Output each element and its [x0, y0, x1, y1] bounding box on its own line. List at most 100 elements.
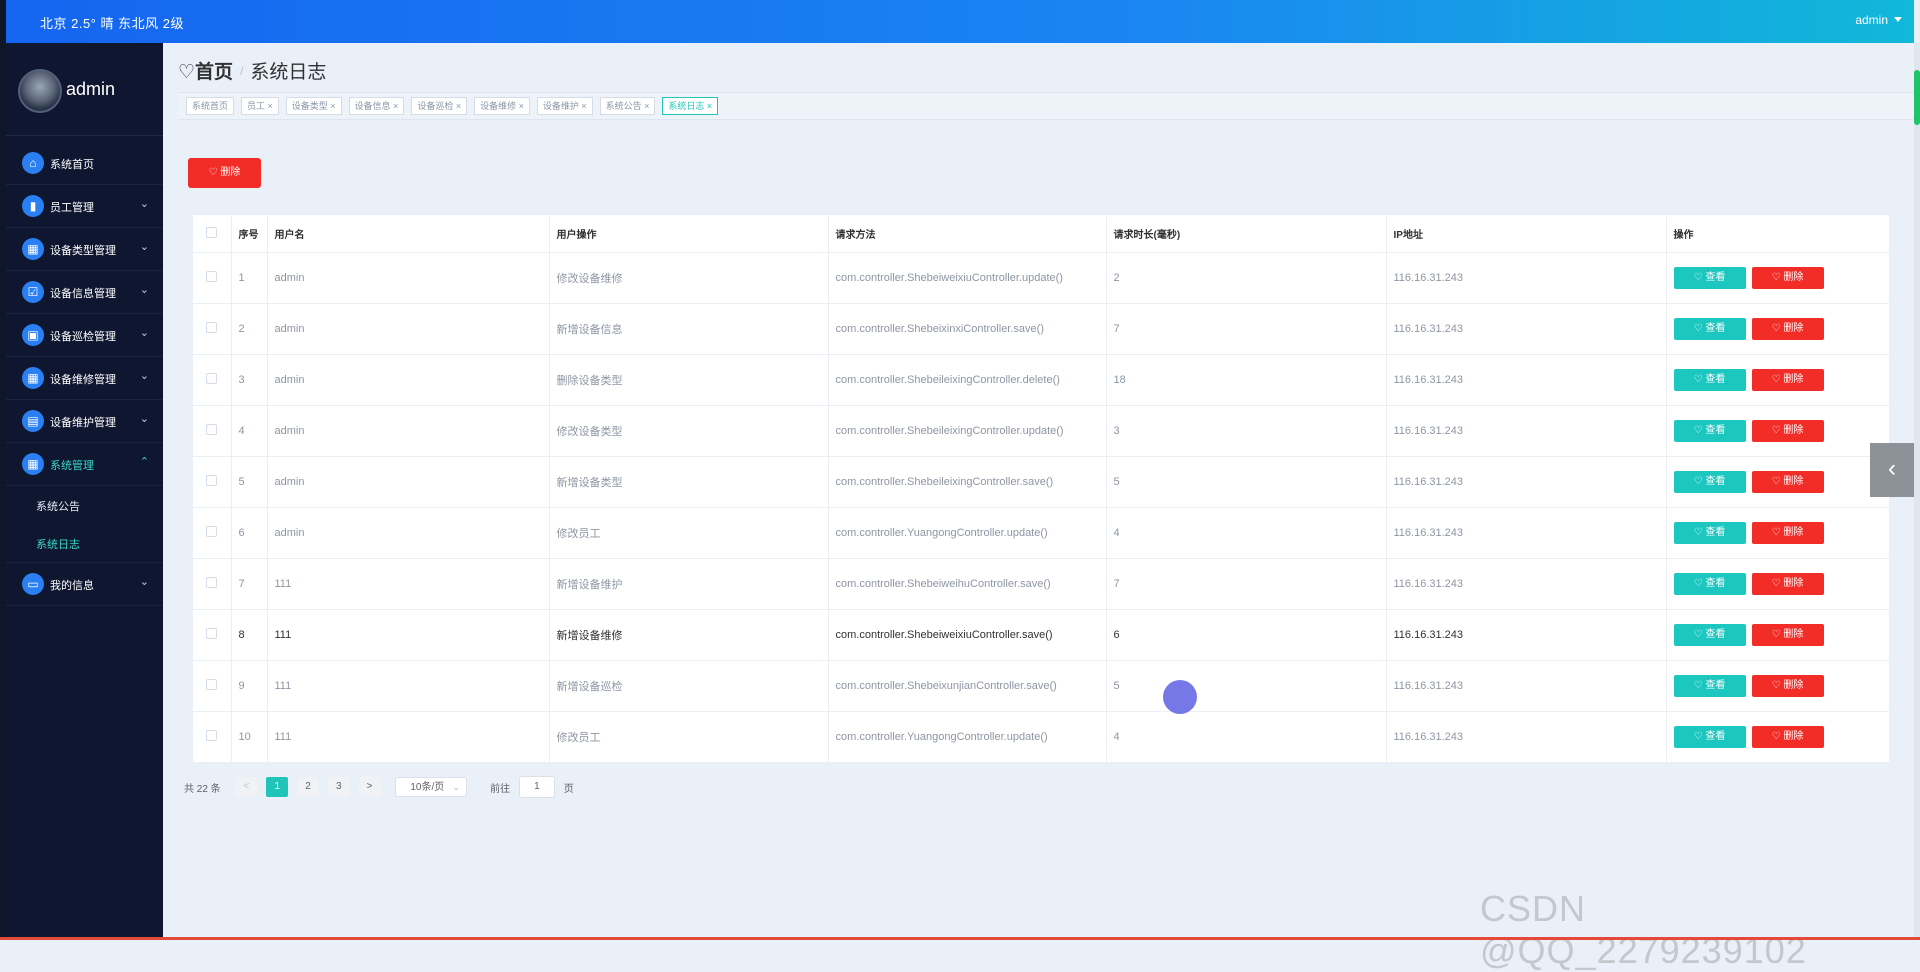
- tag-device-inspect[interactable]: 设备巡检 ×: [411, 97, 468, 115]
- row-checkbox[interactable]: [206, 730, 218, 741]
- tag-system-log[interactable]: 系统日志 ×: [662, 97, 719, 115]
- page-1-button[interactable]: 1: [266, 777, 289, 797]
- next-page-button[interactable]: >: [358, 777, 381, 797]
- table-cell: 修改设备类型: [549, 405, 829, 457]
- page-2-button[interactable]: 2: [297, 777, 320, 797]
- delete-button[interactable]: ♡ 删除: [1751, 522, 1824, 544]
- table-row: 5 admin 新增设备类型 com.controller.Shebeileixing…: [193, 456, 1890, 508]
- table-cell: 4: [1106, 711, 1387, 763]
- view-button[interactable]: ♡ 查看: [1673, 471, 1746, 493]
- view-button[interactable]: ♡ 查看: [1673, 624, 1746, 646]
- delete-button[interactable]: ♡ 删除: [1751, 420, 1824, 442]
- tag-notice[interactable]: 系统公告 ×: [599, 97, 656, 115]
- table-cell: 新增设备巡检: [549, 660, 829, 712]
- view-button[interactable]: ♡ 查看: [1673, 726, 1746, 748]
- column-header: 序号: [231, 215, 268, 253]
- sidebar-item-device-info[interactable]: ☑ 设备信息管理 ⌄: [6, 271, 163, 314]
- sidebar-subitem-log[interactable]: 系统日志: [6, 524, 163, 562]
- chevron-down-icon: ⌄: [139, 284, 149, 296]
- batch-delete-button[interactable]: ♡ 删除: [188, 158, 261, 188]
- table-cell: 9: [231, 660, 268, 712]
- table-cell: com.controller.ShebeileixingController.d…: [828, 354, 1107, 406]
- table-row: 4 admin 修改设备类型 com.controller.Shebeileixing…: [193, 405, 1890, 457]
- scrollbar-thumb[interactable]: [1914, 70, 1920, 125]
- home-icon: ⌂: [22, 152, 44, 174]
- view-button[interactable]: ♡ 查看: [1673, 522, 1746, 544]
- page-size-value: 10条/页: [410, 782, 445, 793]
- column-header: 操作: [1666, 215, 1890, 253]
- tag-device-info[interactable]: 设备信息 ×: [348, 97, 405, 115]
- table-row: 6 admin 修改员工 com.controller.YuangongControl…: [193, 507, 1890, 559]
- row-checkbox[interactable]: [206, 424, 218, 435]
- row-checkbox[interactable]: [206, 373, 218, 384]
- view-button[interactable]: ♡ 查看: [1673, 267, 1746, 289]
- delete-button[interactable]: ♡ 删除: [1751, 624, 1824, 646]
- tag-device-type[interactable]: 设备类型 ×: [285, 97, 342, 115]
- delete-button[interactable]: ♡ 删除: [1751, 369, 1824, 391]
- bag-icon: ▣: [22, 324, 44, 346]
- chevron-down-icon: ⌄: [139, 327, 149, 339]
- select-all-checkbox[interactable]: [206, 226, 218, 238]
- collapse-panel-button[interactable]: ‹: [1870, 443, 1914, 497]
- breadcrumb-home[interactable]: ♡首页: [178, 62, 233, 83]
- tag-home[interactable]: 系统首页: [186, 97, 235, 115]
- sidebar-item-home[interactable]: ⌂ 系统首页: [6, 142, 163, 185]
- table-cell: 5: [1106, 456, 1387, 508]
- avatar: [18, 69, 62, 113]
- sidebar-item-my-info[interactable]: ▭ 我的信息 ⌄: [6, 562, 163, 606]
- row-checkbox[interactable]: [206, 628, 218, 639]
- sidebar-subitem-notice[interactable]: 系统公告: [6, 486, 163, 524]
- tag-device-repair[interactable]: 设备维修 ×: [474, 97, 530, 115]
- table-cell: 7: [1106, 303, 1387, 355]
- delete-button[interactable]: ♡ 删除: [1751, 471, 1824, 493]
- delete-button[interactable]: ♡ 删除: [1751, 573, 1824, 595]
- table-cell: admin: [267, 252, 550, 304]
- row-checkbox[interactable]: [206, 526, 218, 537]
- tag-employee[interactable]: 员工 ×: [241, 97, 279, 115]
- tag-device-maintain[interactable]: 设备维护 ×: [536, 97, 593, 115]
- delete-button[interactable]: ♡ 删除: [1751, 675, 1824, 697]
- sidebar-item-device-type[interactable]: ▦ 设备类型管理 ⌄: [6, 228, 163, 271]
- actions-cell: ♡ 查看 ♡ 删除: [1666, 456, 1890, 508]
- row-checkbox[interactable]: [206, 577, 218, 588]
- sidebar-item-device-maintain[interactable]: ▤ 设备维护管理 ⌄: [6, 400, 163, 443]
- row-checkbox[interactable]: [206, 322, 218, 333]
- view-button[interactable]: ♡ 查看: [1673, 369, 1746, 391]
- user-menu[interactable]: admin: [1855, 13, 1902, 27]
- row-checkbox[interactable]: [206, 679, 218, 690]
- sidebar-item-label: 系统管理: [50, 460, 94, 472]
- delete-button[interactable]: ♡ 删除: [1751, 726, 1824, 748]
- actions-cell: ♡ 查看 ♡ 删除: [1666, 609, 1890, 661]
- profile: admin: [6, 43, 163, 136]
- delete-button[interactable]: ♡ 删除: [1751, 267, 1824, 289]
- goto-label: 前往: [490, 783, 511, 795]
- table-row: 2 admin 新增设备信息 com.controller.ShebeixinxiCo…: [193, 303, 1890, 355]
- page-scrollbar[interactable]: [1914, 43, 1920, 940]
- table-cell: 7: [1106, 558, 1387, 610]
- sidebar-item-employee[interactable]: ▮ 员工管理 ⌄: [6, 185, 163, 228]
- row-checkbox[interactable]: [206, 475, 218, 486]
- grid-icon: ▦: [22, 367, 44, 389]
- sidebar-item-device-inspect[interactable]: ▣ 设备巡检管理 ⌄: [6, 314, 163, 357]
- page-size-select[interactable]: 10条/页 ⌄: [395, 777, 468, 797]
- table-cell: 新增设备信息: [549, 303, 829, 355]
- sidebar-item-label: 设备维修管理: [50, 374, 116, 386]
- view-button[interactable]: ♡ 查看: [1673, 318, 1746, 340]
- prev-page-button[interactable]: <: [235, 777, 258, 797]
- top-bar: 北京 2.5° 晴 东北风 2级 admin: [6, 0, 1914, 43]
- delete-button[interactable]: ♡ 删除: [1751, 318, 1824, 340]
- weather-info: 北京 2.5° 晴 东北风 2级: [40, 16, 184, 31]
- view-button[interactable]: ♡ 查看: [1673, 675, 1746, 697]
- goto-page-input[interactable]: 1: [518, 776, 555, 798]
- table-cell: admin: [267, 507, 550, 559]
- sidebar-item-device-repair[interactable]: ▦ 设备维修管理 ⌄: [6, 357, 163, 400]
- table-header-row: 序号 用户名 用户操作 请求方法 请求时长(毫秒) IP地址 操作: [193, 215, 1890, 253]
- chevron-down-icon: ⌄: [139, 576, 149, 588]
- view-button[interactable]: ♡ 查看: [1673, 573, 1746, 595]
- sidebar-item-label: 设备信息管理: [50, 288, 116, 300]
- view-button[interactable]: ♡ 查看: [1673, 420, 1746, 442]
- table-cell: 8: [231, 609, 268, 661]
- row-checkbox[interactable]: [206, 271, 218, 282]
- sidebar-item-system[interactable]: ▦ 系统管理 ⌃: [6, 443, 163, 486]
- page-3-button[interactable]: 3: [327, 777, 350, 797]
